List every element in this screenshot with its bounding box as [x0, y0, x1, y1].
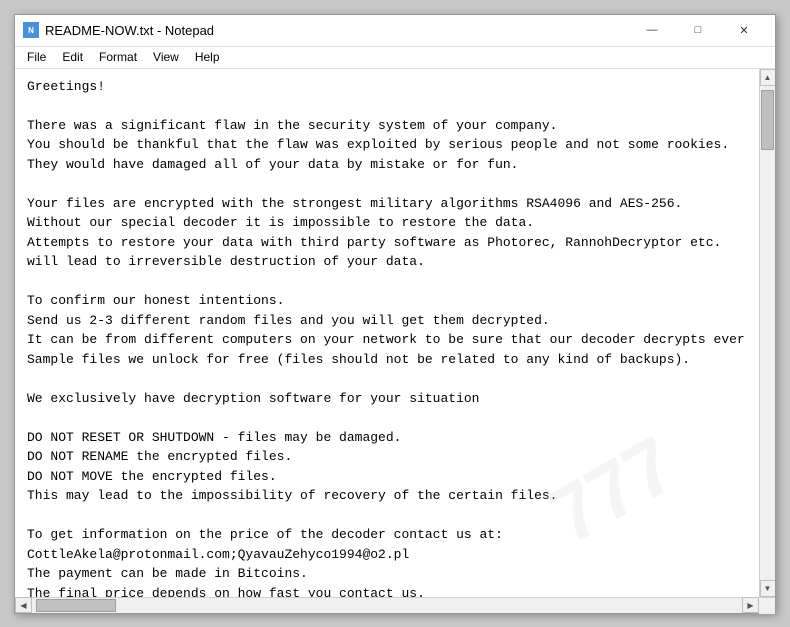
- notepad-window: N README-NOW.txt - Notepad — □ ✕ File Ed…: [14, 14, 776, 614]
- menu-edit[interactable]: Edit: [54, 48, 91, 66]
- title-bar-left: N README-NOW.txt - Notepad: [23, 22, 214, 38]
- scroll-track-v[interactable]: [760, 86, 775, 580]
- maximize-button[interactable]: □: [675, 14, 721, 46]
- horizontal-scrollbar-wrapper: ◀ ▶: [15, 597, 775, 613]
- menu-file[interactable]: File: [19, 48, 54, 66]
- menu-help[interactable]: Help: [187, 48, 228, 66]
- text-content: Greetings! There was a significant flaw …: [27, 77, 747, 597]
- menu-format[interactable]: Format: [91, 48, 145, 66]
- horizontal-scrollbar[interactable]: ◀ ▶: [15, 598, 759, 613]
- scroll-up-arrow[interactable]: ▲: [760, 69, 776, 86]
- menu-view[interactable]: View: [145, 48, 187, 66]
- vertical-scrollbar[interactable]: ▲ ▼: [759, 69, 775, 597]
- close-button[interactable]: ✕: [721, 14, 767, 46]
- minimize-button[interactable]: —: [629, 14, 675, 46]
- scrollbar-corner: [759, 598, 775, 614]
- scroll-track-h[interactable]: [32, 598, 742, 613]
- scroll-right-arrow[interactable]: ▶: [742, 597, 759, 613]
- app-icon: N: [23, 22, 39, 38]
- text-editor[interactable]: Greetings! There was a significant flaw …: [15, 69, 759, 597]
- window-title: README-NOW.txt - Notepad: [45, 23, 214, 38]
- content-area: Greetings! There was a significant flaw …: [15, 69, 775, 597]
- scroll-thumb-h[interactable]: [36, 599, 116, 612]
- menu-bar: File Edit Format View Help: [15, 47, 775, 69]
- scroll-down-arrow[interactable]: ▼: [760, 580, 776, 597]
- window-controls: — □ ✕: [629, 14, 767, 46]
- scroll-thumb-v[interactable]: [761, 90, 774, 150]
- svg-text:N: N: [28, 26, 34, 35]
- title-bar: N README-NOW.txt - Notepad — □ ✕: [15, 15, 775, 47]
- scroll-left-arrow[interactable]: ◀: [15, 597, 32, 613]
